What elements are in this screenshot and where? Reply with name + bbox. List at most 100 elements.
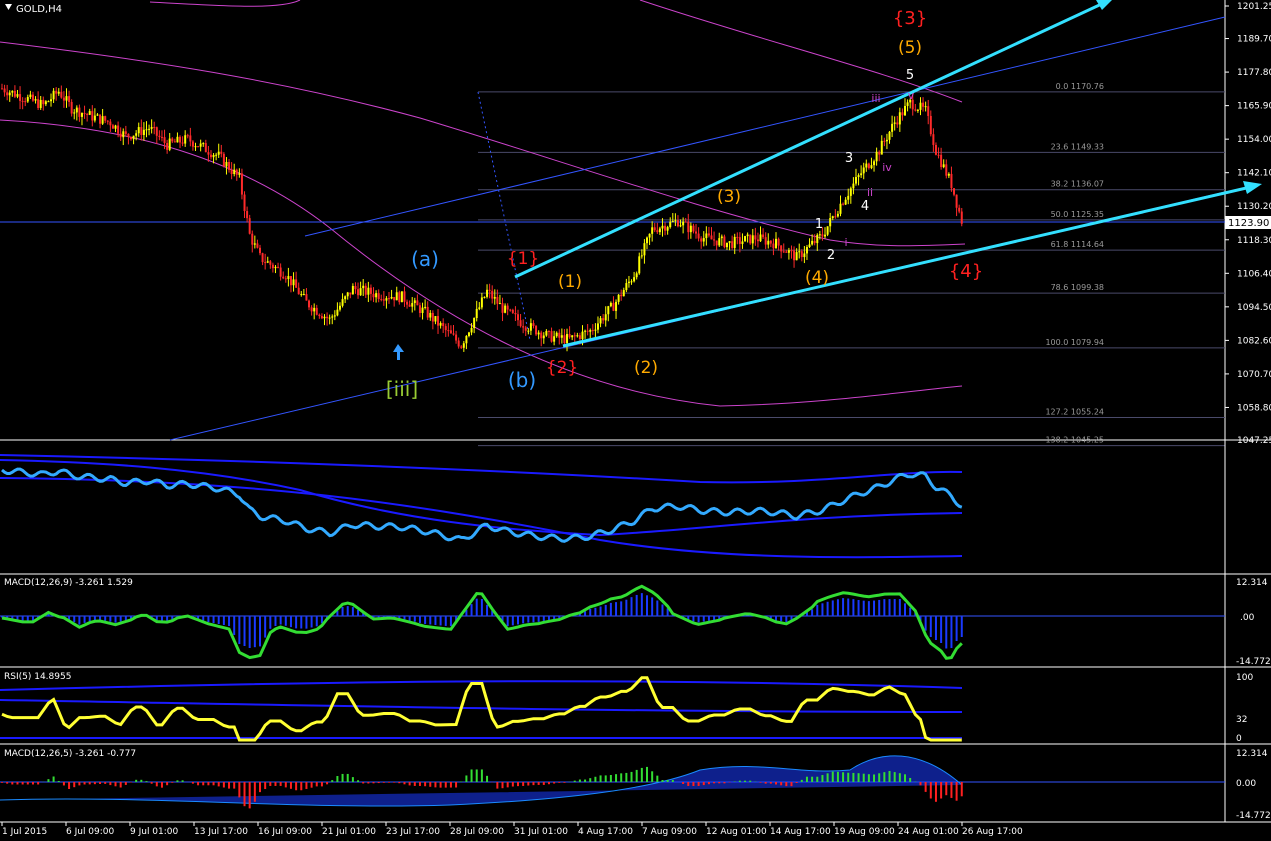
macd2-bar bbox=[465, 775, 468, 782]
rsi-tick: 32 bbox=[1236, 715, 1247, 725]
macd2-bar bbox=[775, 782, 777, 785]
macd2-bar bbox=[382, 782, 385, 783]
wave-label: (a) bbox=[411, 247, 439, 271]
macd2-bar bbox=[253, 782, 256, 802]
macd2-bar bbox=[289, 782, 292, 789]
macd2-bar bbox=[444, 782, 447, 788]
macd2-bar bbox=[413, 782, 416, 786]
wave-label: (1) bbox=[558, 272, 582, 292]
candle bbox=[749, 234, 752, 245]
macd2-bar bbox=[26, 782, 29, 785]
time-tick: 31 Jul 01:00 bbox=[514, 827, 568, 837]
macd2-bar bbox=[202, 782, 205, 786]
macd2-bar bbox=[377, 782, 380, 784]
macd2-bar bbox=[893, 772, 896, 782]
macd2-bar bbox=[341, 773, 344, 782]
fib-label: 23.6 1149.33 bbox=[1051, 142, 1104, 151]
macd2-bar bbox=[924, 782, 927, 792]
macd2-bar bbox=[940, 782, 943, 799]
macd2-bar bbox=[862, 773, 865, 782]
macd-tick: 12.314 bbox=[1236, 578, 1268, 588]
macd2-bar bbox=[181, 780, 184, 782]
macd2-bar bbox=[408, 782, 411, 786]
price-tick: 1142.10 bbox=[1237, 169, 1271, 179]
macd2-bar bbox=[109, 782, 112, 786]
time-tick: 23 Jul 17:00 bbox=[386, 827, 440, 837]
macd2-tick: 12.314 bbox=[1236, 749, 1268, 759]
wave-label: (2) bbox=[634, 358, 658, 378]
price-tick: 1047.25 bbox=[1237, 436, 1271, 446]
macd2-bar bbox=[816, 776, 819, 782]
macd-title: MACD(12,26,9) -3.261 1.529 bbox=[4, 578, 133, 588]
macd2-bar bbox=[547, 782, 550, 785]
fib-label: 78.6 1099.38 bbox=[1051, 283, 1104, 292]
macd2-bar bbox=[831, 771, 834, 782]
macd2-bar bbox=[326, 782, 329, 785]
wave-label: i bbox=[844, 236, 847, 249]
macd2-bar bbox=[114, 782, 117, 787]
wave-label: (3) bbox=[717, 187, 741, 207]
macd2-bar bbox=[331, 780, 334, 782]
macd2-bar bbox=[661, 780, 664, 782]
wave-label: {3} bbox=[893, 8, 927, 29]
macd2-bar bbox=[238, 782, 241, 798]
macd2-bar bbox=[140, 779, 143, 782]
macd2-bar bbox=[785, 782, 788, 787]
macd2-bar bbox=[898, 773, 901, 782]
macd2-tick: 0.00 bbox=[1236, 779, 1256, 789]
time-tick: 9 Jul 01:00 bbox=[130, 827, 179, 837]
macd2-bar bbox=[506, 782, 509, 788]
macd2-bar bbox=[578, 779, 581, 782]
gold-h4-chart: 0.0 1170.76 23.6 1149.33 38.2 1136.07 50.0 … bbox=[0, 0, 1271, 841]
price-tick: 1177.80 bbox=[1237, 68, 1271, 78]
macd2-bar bbox=[769, 782, 772, 784]
macd2-bar bbox=[424, 782, 427, 787]
macd2-bar bbox=[305, 782, 308, 789]
macd2-bar bbox=[821, 775, 824, 782]
macd2-bar bbox=[11, 782, 14, 785]
macd2-bar bbox=[197, 782, 200, 786]
macd2-bar bbox=[604, 775, 607, 782]
time-tick: 26 Aug 17:00 bbox=[962, 827, 1023, 837]
time-tick: 1 Jul 2015 bbox=[2, 827, 47, 837]
macd2-bar bbox=[150, 782, 153, 784]
macd2-bar bbox=[646, 766, 648, 782]
macd2-bar bbox=[207, 782, 210, 786]
macd-tick: -14.772 bbox=[1236, 657, 1271, 667]
macd2-bar bbox=[738, 780, 741, 782]
macd2-bar bbox=[346, 773, 349, 782]
macd2-bar bbox=[62, 782, 65, 786]
macd2-bar bbox=[16, 782, 19, 785]
macd2-bar bbox=[960, 782, 963, 797]
macd2-bar bbox=[764, 782, 767, 784]
chart-title: GOLD,H4 bbox=[16, 4, 62, 15]
wave-label: 1 bbox=[815, 217, 823, 232]
price-tick: 1118.30 bbox=[1237, 236, 1271, 246]
macd2-bar bbox=[744, 780, 747, 782]
macd2-bar bbox=[666, 780, 669, 782]
rsi-tick: 100 bbox=[1236, 673, 1253, 683]
macd2-bar bbox=[357, 780, 360, 782]
macd2-bar bbox=[37, 782, 40, 785]
time-tick: 13 Jul 17:00 bbox=[194, 827, 248, 837]
time-tick: 6 Jul 09:00 bbox=[66, 827, 115, 837]
macd2-bar bbox=[124, 782, 127, 785]
macd-tick: .00 bbox=[1240, 613, 1255, 623]
fib-label: 0.0 1170.76 bbox=[1056, 82, 1104, 91]
macd2-bar bbox=[398, 782, 401, 784]
macd2-bar bbox=[78, 782, 81, 786]
macd2-bar bbox=[517, 782, 519, 787]
macd2-bar bbox=[553, 782, 556, 784]
macd2-bar bbox=[857, 773, 860, 782]
macd2-bar bbox=[135, 779, 138, 782]
macd2-bar bbox=[934, 782, 937, 802]
wave-label: (5) bbox=[898, 38, 922, 58]
macd2-bar bbox=[99, 782, 102, 784]
time-tick: 21 Jul 01:00 bbox=[322, 827, 376, 837]
macd2-bar bbox=[878, 773, 881, 782]
macd2-bar bbox=[295, 782, 298, 791]
macd2-bar bbox=[904, 774, 906, 782]
macd2-bar bbox=[723, 782, 726, 784]
macd2-bar bbox=[656, 775, 659, 782]
macd2-bar bbox=[228, 782, 231, 789]
